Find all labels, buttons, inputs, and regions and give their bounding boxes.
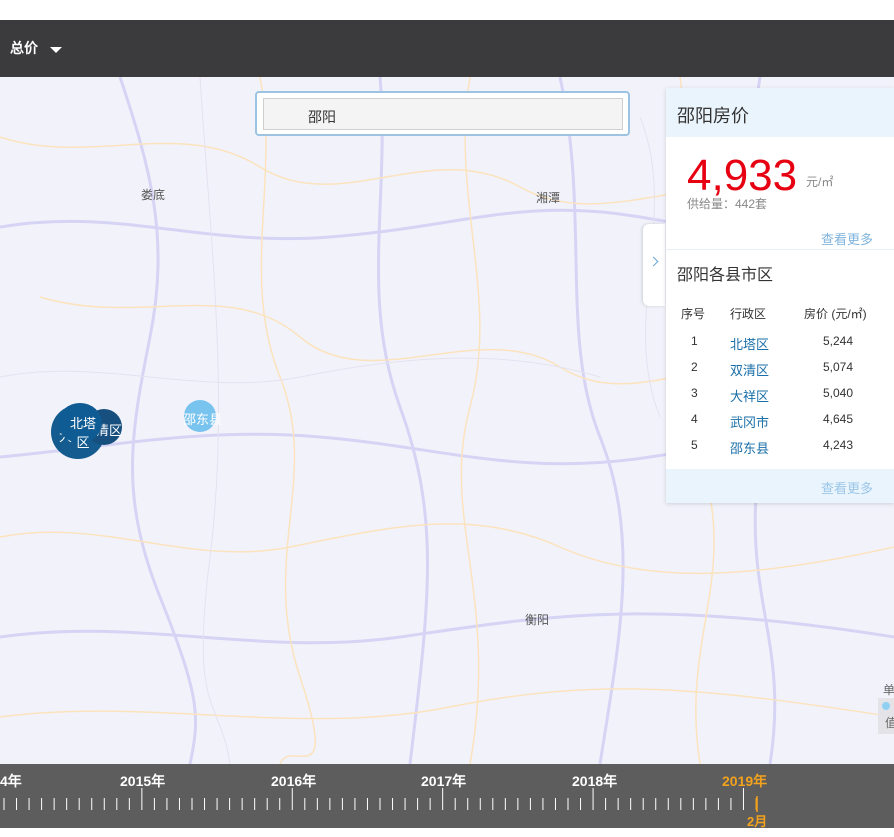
legend-item: 值 [885, 716, 894, 730]
bottom-strip [0, 828, 894, 837]
row-rank: 3 [691, 386, 698, 400]
legend-dot [882, 702, 890, 710]
timeline-year[interactable]: 2015年 [120, 771, 165, 791]
row-price: 4,243 [823, 438, 854, 452]
column-rank: 序号 [681, 307, 706, 321]
supply-count: 供给量：442套 [687, 197, 768, 211]
search-box[interactable]: 邵阳 [255, 91, 630, 136]
row-price: 5,040 [823, 386, 854, 400]
timeline-year[interactable]: 2016年 [271, 771, 316, 791]
row-rank: 1 [691, 334, 698, 348]
bubble-shaodong-label: 邵东县 [183, 412, 223, 427]
district-title: 邵阳各县市区 [677, 267, 774, 284]
row-price: 5,074 [823, 360, 854, 374]
column-price: 房价 (元/㎡) [804, 307, 867, 321]
view-more-footer-link[interactable]: 查看更多 [821, 478, 873, 497]
top-strip [0, 0, 894, 21]
chevron-right-icon [648, 256, 659, 267]
bubble-beita[interactable]: 北塔区 [58, 403, 102, 450]
column-district: 行政区 [730, 307, 767, 321]
bubble-shaodong[interactable]: 邵东县 [183, 400, 222, 432]
timeline-year[interactable]: 2017年 [421, 771, 466, 791]
row-rank: 5 [691, 438, 698, 452]
map-label-xiangtan: 湘潭 [536, 191, 561, 205]
search-input[interactable]: 邵阳 [263, 98, 623, 130]
timeline-year[interactable]: 2018年 [572, 771, 617, 791]
row-rank: 2 [691, 360, 698, 374]
timeline-slider[interactable]: 4年 2015年 2016年 2017年 2018年 2019年 2月 [0, 764, 894, 829]
toolbar: 总价 [0, 20, 894, 77]
row-district-link[interactable]: 武冈市 [730, 412, 769, 431]
table-row: 5 邵东县 4,243 [666, 438, 894, 464]
price-panel: 邵阳房价 4,933 元/㎡ 供给量：442套 查看更多 邵阳各县市区 序号 行… [666, 88, 894, 503]
row-rank: 4 [691, 412, 698, 426]
map-label-loudi: 娄底 [141, 188, 166, 202]
table-row: 1 北塔区 5,244 [666, 334, 894, 360]
table-row: 4 武冈市 4,645 [666, 412, 894, 438]
row-district-link[interactable]: 双清区 [730, 360, 769, 379]
row-district-link[interactable]: 北塔区 [730, 334, 769, 353]
legend-title: 单 [883, 683, 894, 697]
panel-title: 邵阳房价 [677, 106, 749, 126]
legend-box: 值 [878, 698, 894, 734]
price-unit: 元/㎡ [806, 175, 834, 189]
metric-dropdown[interactable]: 总价 [10, 38, 62, 58]
table-row: 3 大祥区 5,040 [666, 386, 894, 412]
panel-divider [666, 249, 894, 250]
timeline-year-active[interactable]: 2019年 [722, 771, 767, 791]
row-price: 4,645 [823, 412, 854, 426]
map-label-hengyang: 衡阳 [525, 613, 550, 627]
table-row: 2 双清区 5,074 [666, 360, 894, 386]
row-district-link[interactable]: 大祥区 [730, 386, 769, 405]
panel-header: 邵阳房价 [666, 88, 894, 137]
search-value: 邵阳 [308, 109, 336, 125]
metric-label: 总价 [10, 40, 38, 56]
chevron-down-icon [50, 46, 62, 53]
bubble-beita-label: 北塔区 [69, 416, 96, 450]
row-district-link[interactable]: 邵东县 [730, 438, 769, 457]
row-price: 5,244 [823, 334, 854, 348]
timeline-year[interactable]: 4年 [0, 771, 22, 791]
view-more-link[interactable]: 查看更多 [821, 229, 873, 248]
panel-toggle-button[interactable] [643, 224, 665, 306]
panel-footer: 查看更多 [666, 469, 894, 503]
average-price: 4,933 [687, 151, 798, 200]
